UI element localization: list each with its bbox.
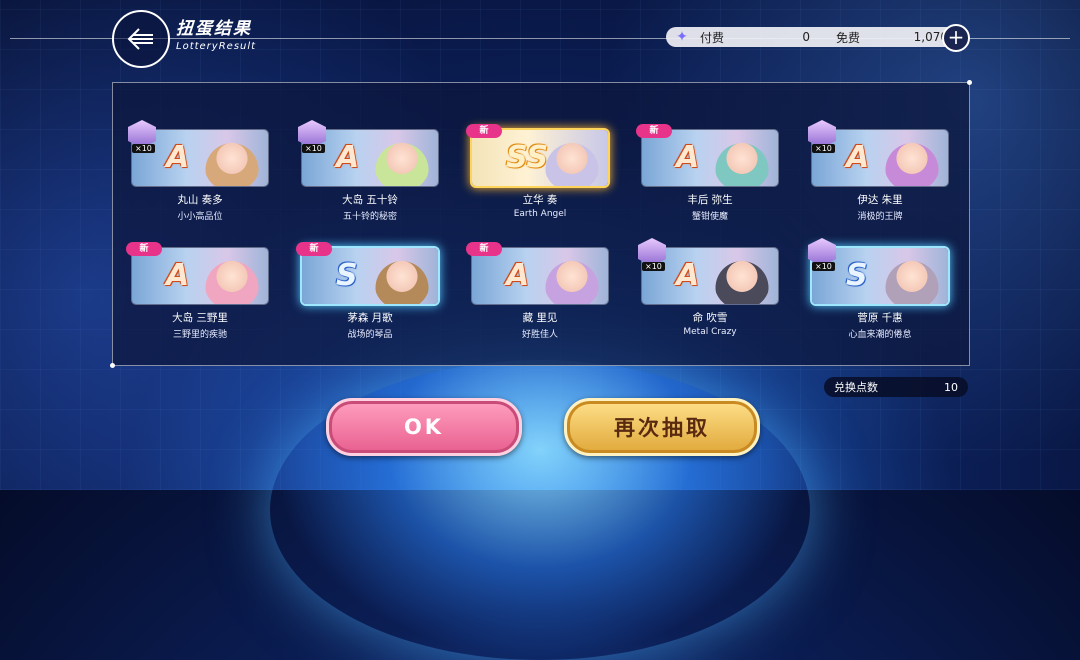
character-face — [884, 136, 940, 186]
rarity-label: A — [506, 258, 530, 293]
card-title: 三野里的疾驰 — [172, 330, 227, 340]
character-name: 大岛 三野里 — [172, 312, 228, 324]
card-title: 五十铃的秘密 — [342, 212, 397, 222]
draw-again-button[interactable]: 再次抽取 — [564, 398, 760, 456]
duplicate-count: ×10 — [812, 262, 835, 271]
draw-again-label: 再次抽取 — [614, 416, 710, 440]
character-name: 菅原 千惠 — [857, 312, 903, 324]
back-button[interactable] — [112, 10, 170, 68]
duplicate-badge: ×10 — [808, 238, 836, 271]
character-face — [204, 136, 260, 186]
duplicate-badge: ×10 — [298, 120, 326, 153]
page-title-en: LotteryResult — [176, 41, 257, 52]
result-card[interactable]: A ×10 伊达 朱里消极的王牌 — [808, 120, 948, 222]
free-label: 免费 — [836, 30, 861, 45]
duplicate-count: ×10 — [812, 144, 835, 153]
character-portrait: A — [132, 248, 268, 304]
back-arrow-icon — [127, 28, 153, 50]
result-card[interactable]: A ×10 大岛 五十铃 五十铃的秘密 — [298, 120, 438, 222]
ok-button-label: OK — [403, 415, 445, 439]
gem-icon: ✦ — [676, 29, 688, 45]
character-face — [714, 136, 770, 186]
corner-dot — [967, 80, 972, 85]
duplicate-count: ×10 — [642, 262, 665, 271]
character-portrait: A — [472, 248, 608, 304]
character-face — [544, 254, 600, 304]
rarity-label: A — [846, 140, 870, 175]
character-name: 藏 里见 — [522, 312, 558, 324]
rarity-label: A — [676, 258, 700, 293]
result-card[interactable]: A ×10 丸山 奏多小小高品位 — [128, 120, 268, 222]
character-name: 丸山 奏多 — [177, 194, 223, 206]
character-name: 立华 奏 — [522, 194, 558, 206]
character-face — [714, 254, 770, 304]
exchange-value: 10 — [944, 380, 958, 394]
result-card[interactable]: A 新大岛 三野里 三野里的疾驰 — [126, 242, 268, 340]
exchange-label: 兑换点数 — [834, 381, 878, 394]
paid-label: 付费 — [700, 30, 725, 45]
character-portrait: SS — [472, 130, 608, 186]
new-badge: 新 — [636, 124, 672, 138]
character-name: 大岛 五十铃 — [342, 194, 398, 206]
duplicate-badge: ×10 — [638, 238, 666, 271]
new-badge: 新 — [296, 242, 332, 256]
card-title: 蟹钳使魔 — [691, 212, 728, 222]
rarity-label: S — [846, 258, 868, 293]
new-badge: 新 — [126, 242, 162, 256]
character-face — [544, 136, 600, 186]
paid-value: 0 — [802, 30, 810, 44]
result-card[interactable]: A新藏 里见好胜佳人 — [466, 242, 608, 340]
free-value: 1,070 — [913, 30, 948, 44]
card-title: 消极的王牌 — [857, 212, 903, 222]
plus-icon: + — [947, 25, 965, 49]
result-card[interactable]: SS 新立华 奏 Earth Angel — [466, 124, 608, 219]
character-face — [374, 136, 430, 186]
character-name: 丰后 弥生 — [687, 194, 733, 206]
character-name: 茅森 月歌 — [347, 312, 393, 324]
duplicate-badge: ×10 — [128, 120, 156, 153]
result-card[interactable]: A ×10 命 吹雪 Metal Crazy — [638, 238, 778, 337]
new-badge: 新 — [466, 124, 502, 138]
result-card[interactable]: S 新茅森 月歌战场的琴品 — [296, 242, 438, 340]
character-name: 命 吹雪 — [692, 312, 728, 324]
character-face — [374, 254, 430, 304]
card-title: Earth Angel — [513, 209, 567, 219]
duplicate-badge: ×10 — [808, 120, 836, 153]
rarity-label: A — [166, 140, 190, 175]
card-title: 心血来潮的倦怠 — [848, 330, 912, 340]
add-currency-button[interactable]: + — [942, 24, 970, 52]
card-title: Metal Crazy — [683, 327, 737, 337]
character-portrait: A — [642, 130, 778, 186]
rarity-label: A — [166, 258, 190, 293]
new-badge: 新 — [466, 242, 502, 256]
card-title: 小小高品位 — [177, 212, 223, 222]
page-title: 扭蛋结果 LotteryResult — [176, 14, 256, 52]
exchange-points: 兑换点数 10 — [824, 377, 968, 397]
result-card[interactable]: S ×10 菅原 千惠心血来潮的倦怠 — [808, 238, 948, 340]
corner-dot — [110, 363, 115, 368]
character-face — [204, 254, 260, 304]
ok-button[interactable]: OK — [326, 398, 522, 456]
character-portrait: S — [302, 248, 438, 304]
result-card[interactable]: A 新丰后 弥生蟹钳使魔 — [636, 124, 778, 222]
rarity-label: S — [336, 258, 358, 293]
rarity-label: A — [676, 140, 700, 175]
rarity-label: SS — [506, 140, 549, 175]
page-title-cn: 扭蛋结果 — [176, 19, 252, 39]
rarity-label: A — [336, 140, 360, 175]
duplicate-count: ×10 — [302, 144, 325, 153]
card-title: 战场的琴品 — [347, 330, 393, 340]
character-name: 伊达 朱里 — [857, 194, 903, 206]
duplicate-count: ×10 — [132, 144, 155, 153]
card-title: 好胜佳人 — [521, 330, 558, 340]
currency-bar: ✦ 付费 0 免费 1,070 — [666, 27, 966, 47]
character-face — [884, 254, 940, 304]
